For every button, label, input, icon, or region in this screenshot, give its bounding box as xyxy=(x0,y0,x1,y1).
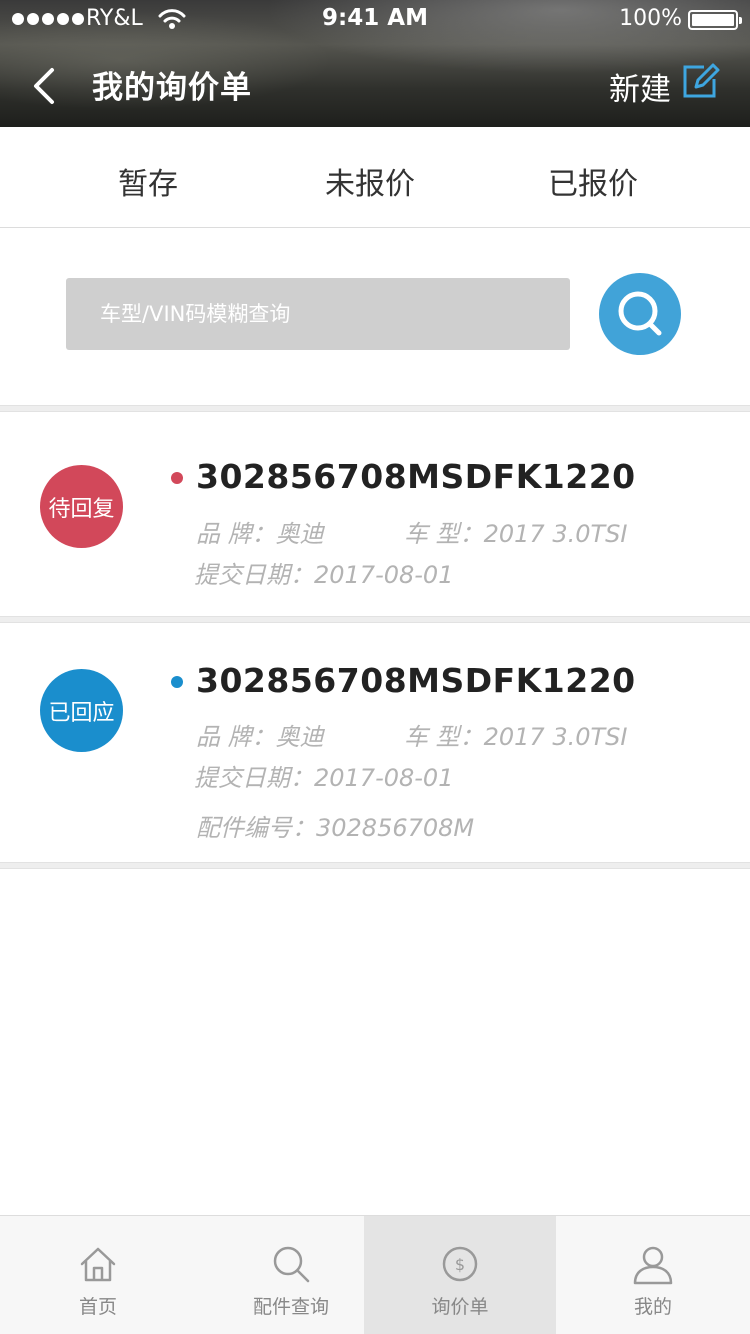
tab-bar: 暂存 未报价 已报价 xyxy=(0,127,750,228)
nav-parts-search[interactable]: 配件查询 xyxy=(196,1216,386,1334)
tab-unquoted[interactable]: 未报价 xyxy=(325,159,415,203)
inquiry-card[interactable]: 已回应 302856708MSDFK1220 品 牌：奥迪 车 型：2017 3… xyxy=(0,624,750,862)
brand-text: 品 牌：奥迪 xyxy=(196,723,324,751)
bottom-nav: 首页 配件查询 $ 询价单 我的 xyxy=(0,1215,750,1334)
search-button[interactable] xyxy=(599,273,681,355)
section-divider xyxy=(0,405,750,412)
status-dot xyxy=(171,472,183,484)
home-icon xyxy=(80,1247,116,1282)
back-arrow-icon[interactable] xyxy=(28,64,62,108)
brand-text: 品 牌：奥迪 xyxy=(196,520,324,548)
user-icon xyxy=(633,1246,673,1285)
nav-profile[interactable]: 我的 xyxy=(556,1216,750,1334)
status-bar: RY&L 9:41 AM 100% xyxy=(0,0,750,40)
nav-inquiry[interactable]: $ 询价单 xyxy=(364,1216,556,1334)
nav-label: 我的 xyxy=(633,1296,672,1318)
status-badge: 已回应 xyxy=(40,669,123,752)
new-button[interactable]: 新建 xyxy=(609,64,671,109)
edit-icon[interactable] xyxy=(682,63,720,99)
inquiry-id: 302856708MSDFK1220 xyxy=(196,661,636,700)
nav-home[interactable]: 首页 xyxy=(3,1216,193,1334)
tab-draft[interactable]: 暂存 xyxy=(118,159,178,203)
battery-percentage: 100% xyxy=(619,6,682,31)
battery-icon xyxy=(688,10,742,30)
page-title: 我的询价单 xyxy=(92,70,252,106)
model-text: 车 型：2017 3.0TSI xyxy=(404,520,628,548)
part-number: 配件编号：302856708M xyxy=(196,814,475,842)
dollar-circle-icon: $ xyxy=(442,1246,478,1282)
search-icon xyxy=(618,291,662,336)
inquiry-card[interactable]: 待回复 302856708MSDFK1220 品 牌：奥迪 车 型：2017 3… xyxy=(0,413,750,616)
status-dot xyxy=(171,676,183,688)
tab-quoted[interactable]: 已报价 xyxy=(548,159,638,203)
nav-label: 首页 xyxy=(78,1296,117,1318)
status-badge: 待回复 xyxy=(40,465,123,548)
section-divider xyxy=(0,862,750,869)
submit-date: 提交日期：2017-08-01 xyxy=(194,764,454,792)
nav-label: 配件查询 xyxy=(252,1296,329,1318)
model-text: 车 型：2017 3.0TSI xyxy=(404,723,628,751)
nav-label: 询价单 xyxy=(431,1296,489,1318)
section-divider xyxy=(0,616,750,623)
search-icon xyxy=(273,1246,310,1283)
svg-text:$: $ xyxy=(455,1255,465,1274)
submit-date: 提交日期：2017-08-01 xyxy=(194,561,454,589)
search-input[interactable] xyxy=(66,278,570,350)
header: RY&L 9:41 AM 100% 我的询价单 新建 xyxy=(0,0,750,127)
inquiry-id: 302856708MSDFK1220 xyxy=(196,457,636,496)
